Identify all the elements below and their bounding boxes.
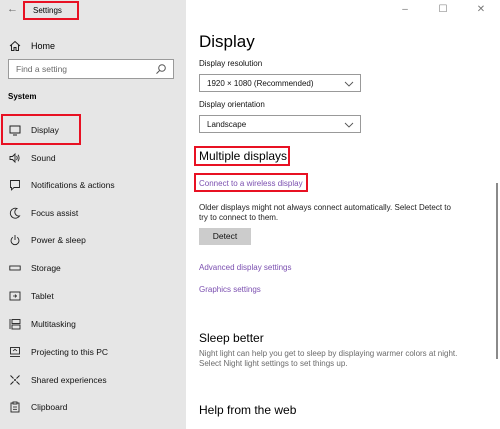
sidebar-item-label: Shared experiences bbox=[31, 375, 107, 385]
sleep-description-line1: Night light can help you get to sleep by… bbox=[199, 349, 458, 358]
notifications-icon bbox=[8, 178, 22, 192]
help-from-web-heading: Help from the web bbox=[199, 403, 297, 417]
sidebar-item-label: Power & sleep bbox=[31, 235, 86, 245]
sidebar-item-focus-assist[interactable]: Focus assist bbox=[8, 205, 78, 221]
resolution-value: 1920 × 1080 (Recommended) bbox=[207, 79, 314, 88]
sidebar-item-clipboard[interactable]: Clipboard bbox=[8, 399, 67, 415]
sidebar-item-display[interactable]: Display bbox=[8, 122, 59, 138]
home-icon bbox=[8, 39, 22, 53]
search-input[interactable]: Find a setting bbox=[8, 59, 174, 79]
tablet-icon bbox=[8, 289, 22, 303]
storage-icon bbox=[8, 261, 22, 275]
section-label-system: System bbox=[8, 92, 37, 101]
scrollbar[interactable] bbox=[496, 183, 498, 359]
sidebar-item-projecting[interactable]: Projecting to this PC bbox=[8, 344, 108, 360]
graphics-settings-link[interactable]: Graphics settings bbox=[199, 285, 261, 294]
sidebar-item-sound[interactable]: Sound bbox=[8, 150, 56, 166]
sidebar-item-label: Notifications & actions bbox=[31, 180, 115, 190]
shared-experiences-icon bbox=[8, 373, 22, 387]
sidebar-item-tablet[interactable]: Tablet bbox=[8, 288, 54, 304]
back-arrow-icon[interactable]: ← bbox=[7, 3, 18, 15]
multiple-displays-heading: Multiple displays bbox=[199, 149, 288, 163]
search-icon[interactable] bbox=[155, 63, 167, 75]
search-placeholder: Find a setting bbox=[16, 64, 68, 74]
page-title: Display bbox=[199, 32, 255, 51]
sidebar-item-label: Multitasking bbox=[31, 319, 76, 329]
orientation-value: Landscape bbox=[207, 120, 247, 129]
sidebar-item-label: Display bbox=[31, 125, 59, 135]
app-title: Settings bbox=[23, 1, 79, 20]
clipboard-icon bbox=[8, 400, 22, 414]
chevron-down-icon bbox=[344, 81, 354, 87]
chevron-down-icon bbox=[344, 122, 354, 128]
sidebar-item-label: Sound bbox=[31, 153, 56, 163]
monitor-icon bbox=[8, 123, 22, 137]
orientation-label: Display orientation bbox=[199, 100, 265, 109]
multitasking-icon bbox=[8, 317, 22, 331]
nav-home[interactable]: Home bbox=[8, 38, 55, 54]
sleep-better-heading: Sleep better bbox=[199, 331, 264, 345]
power-icon bbox=[8, 233, 22, 247]
moon-icon bbox=[8, 206, 22, 220]
orientation-dropdown[interactable]: Landscape bbox=[199, 115, 361, 133]
sidebar-item-label: Focus assist bbox=[31, 208, 79, 218]
sidebar-item-storage[interactable]: Storage bbox=[8, 260, 61, 276]
sidebar: Home Find a setting System Display Sound… bbox=[0, 0, 186, 429]
main-content: Display Display resolution 1920 × 1080 (… bbox=[186, 0, 500, 429]
nav-home-label: Home bbox=[31, 41, 56, 51]
advanced-display-settings-link[interactable]: Advanced display settings bbox=[199, 263, 292, 272]
detect-description-line1: Older displays might not always connect … bbox=[199, 203, 451, 212]
projecting-icon bbox=[8, 345, 22, 359]
connect-wireless-display-link[interactable]: Connect to a wireless display bbox=[199, 179, 303, 188]
sidebar-item-power-sleep[interactable]: Power & sleep bbox=[8, 232, 86, 248]
sidebar-item-shared-experiences[interactable]: Shared experiences bbox=[8, 372, 107, 388]
detect-button[interactable]: Detect bbox=[199, 228, 251, 245]
resolution-label: Display resolution bbox=[199, 59, 263, 68]
sidebar-item-label: Tablet bbox=[31, 291, 54, 301]
resolution-dropdown[interactable]: 1920 × 1080 (Recommended) bbox=[199, 74, 361, 92]
sidebar-item-label: Projecting to this PC bbox=[31, 347, 109, 357]
sidebar-item-notifications[interactable]: Notifications & actions bbox=[8, 177, 115, 193]
sidebar-item-multitasking[interactable]: Multitasking bbox=[8, 316, 76, 332]
detect-description-line2: try to connect to them. bbox=[199, 213, 279, 222]
sidebar-item-label: Clipboard bbox=[31, 402, 68, 412]
sidebar-item-label: Storage bbox=[31, 263, 61, 273]
speaker-icon bbox=[8, 151, 22, 165]
sleep-description-line2: Select Night light settings to set thing… bbox=[199, 359, 348, 368]
